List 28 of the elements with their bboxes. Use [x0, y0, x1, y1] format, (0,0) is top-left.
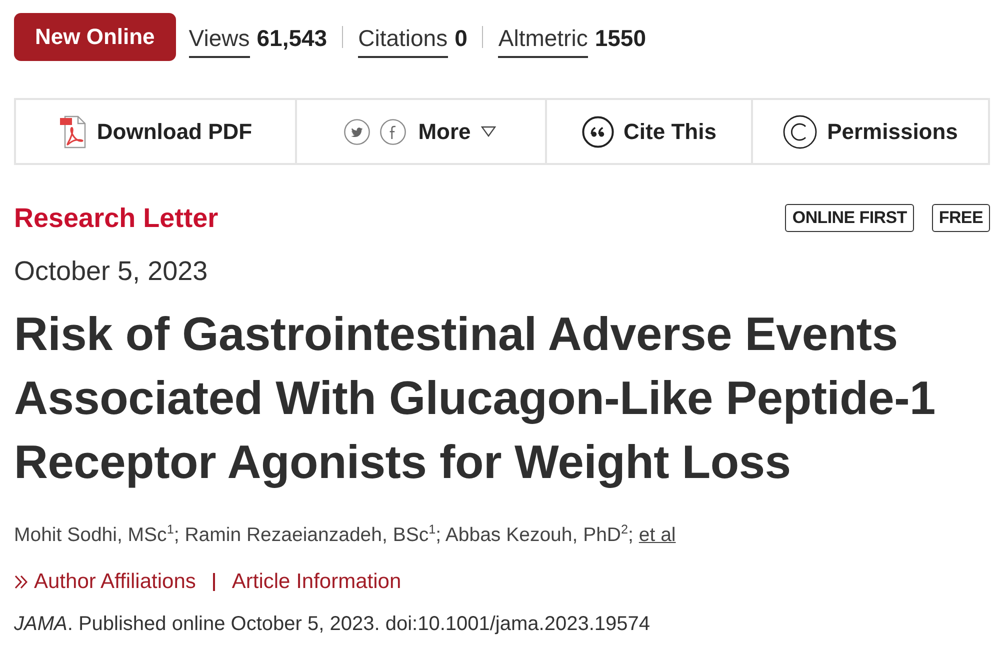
metric-value: 1550 — [594, 24, 646, 52]
article-link[interactable]: Author Affiliations — [34, 570, 196, 594]
facebook-f-icon[interactable] — [380, 118, 406, 144]
article-link[interactable]: Article Information — [232, 570, 402, 594]
new-online-badge: New Online — [14, 13, 176, 61]
publication-date: October 5, 2023 — [14, 256, 209, 286]
quote-icon — [582, 116, 614, 148]
pdf-file-icon — [58, 114, 87, 148]
metric-value: 0 — [454, 24, 468, 52]
metric-value: 61,543 — [256, 24, 328, 52]
metric-link[interactable]: Views — [188, 24, 250, 58]
article-tag: FREE — [932, 204, 990, 232]
article-title: Risk of Gastrointestinal Adverse Events Associated With Glucagon-Like Peptide-1 Receptor Agonists for Weight Loss — [14, 306, 936, 490]
twitter-bird-icon[interactable] — [344, 118, 370, 144]
et-al-link[interactable]: et al — [638, 524, 676, 546]
double-chevron-icon — [14, 575, 28, 589]
citation-text: JAMA. Published online October 5, 2023. doi:10.1001/jama.2023.19574 — [14, 612, 651, 636]
article-tag: ONLINE FIRST — [785, 204, 914, 232]
metric-link[interactable]: Citations — [358, 24, 448, 58]
copyright-icon — [783, 114, 818, 148]
toolbar-button[interactable]: Cite This — [580, 112, 718, 152]
toolbar-button[interactable]: Permissions — [781, 110, 960, 152]
article-type: Research Letter — [14, 202, 218, 234]
caret-icon — [480, 126, 496, 137]
toolbar-button[interactable]: Download PDF — [56, 110, 254, 152]
metric-link[interactable]: Altmetric — [498, 24, 588, 58]
author-list: Mohit Sodhi, MSc$^{1}$; Ramin Rezaeianzadeh, BSc$^{1}$; Abbas Kezouh, PhD$^{2}$; et al — [14, 523, 990, 547]
toolbar-button[interactable]: More — [416, 114, 498, 148]
